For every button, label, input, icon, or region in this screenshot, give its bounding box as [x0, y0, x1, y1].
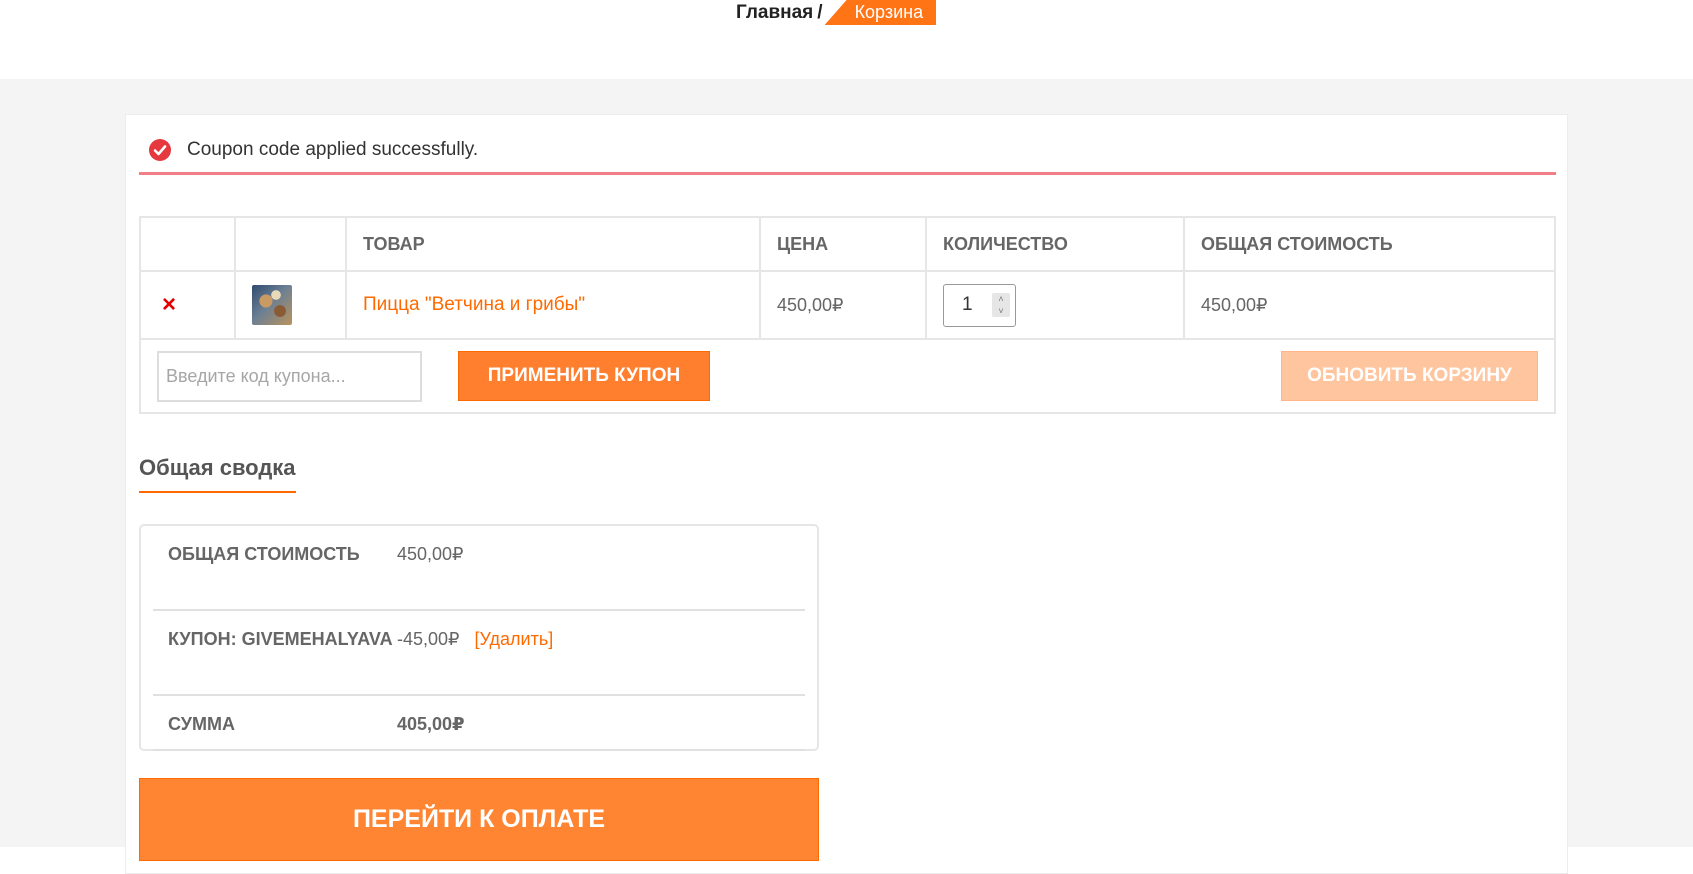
header-quantity: Количество: [925, 216, 1185, 272]
coupon-group: Применить купон: [157, 350, 710, 402]
total-label: Сумма: [168, 714, 235, 734]
product-cell: Пицца "Ветчина и грибы": [345, 270, 761, 340]
cart-container: Coupon code applied successfully. Товар …: [125, 114, 1568, 874]
update-cart-button[interactable]: Обновить корзину: [1281, 351, 1538, 401]
coupon-discount-value: -45,00₽: [397, 629, 460, 649]
notice-message: Coupon code applied successfully.: [187, 139, 479, 160]
summary-title: Общая сводка: [139, 455, 296, 493]
product-thumbnail[interactable]: [252, 285, 292, 325]
spinner-arrows-icon[interactable]: ˄ ˅: [992, 292, 1010, 317]
coupon-value-group: -45,00₽ [Удалить]: [397, 624, 553, 685]
cart-totals: Общая стоимость 450,00₽ Купон: givemehal…: [139, 524, 819, 751]
subtotal-cell: 450,00₽: [1183, 270, 1556, 340]
breadcrumb-current: Корзина: [824, 0, 937, 25]
breadcrumb-separator: /: [817, 1, 823, 23]
success-notice: Coupon code applied successfully.: [139, 128, 1556, 175]
subtotal-value: 450,00₽: [397, 544, 464, 564]
breadcrumb-home-link[interactable]: Главная: [736, 2, 817, 24]
totals-total-row: Сумма 405,00₽: [153, 696, 805, 751]
coupon-input[interactable]: [157, 350, 422, 402]
totals-coupon-row: Купон: givemehalyava -45,00₽ [Удалить]: [153, 611, 805, 696]
remove-coupon-link[interactable]: [Удалить]: [475, 629, 554, 649]
remove-cell: ×: [139, 270, 236, 340]
remove-item-icon[interactable]: ×: [162, 291, 176, 318]
actions-wrap: Применить купон Обновить корзину: [157, 350, 1538, 402]
actions-cell: Применить купон Обновить корзину: [139, 338, 1556, 414]
cart-actions-row: Применить купон Обновить корзину: [139, 338, 1556, 414]
header-subtotal: Общая стоимость: [1183, 216, 1556, 272]
total-value: 405,00₽: [397, 714, 465, 734]
cart-table: Товар Цена Количество Общая стоимость × …: [139, 216, 1556, 414]
coupon-label: Купон: givemehalyava: [168, 629, 393, 649]
product-link[interactable]: Пицца "Ветчина и грибы": [363, 294, 585, 315]
quantity-cell: 1 ˄ ˅: [925, 270, 1185, 340]
check-circle-icon: [149, 139, 171, 161]
quantity-value: 1: [962, 294, 973, 315]
header-price: Цена: [759, 216, 927, 272]
thumbnail-cell: [234, 270, 347, 340]
header-area: Главная / Корзина: [0, 0, 1693, 79]
table-row: × Пицца "Ветчина и грибы" 450,00₽ 1 ˄ ˅ 4…: [139, 270, 1556, 340]
header-remove: [139, 216, 236, 272]
price-cell: 450,00₽: [759, 270, 927, 340]
table-header-row: Товар Цена Количество Общая стоимость: [139, 216, 1556, 272]
breadcrumb: Главная / Корзина: [736, 0, 937, 25]
totals-subtotal-row: Общая стоимость 450,00₽: [153, 526, 805, 611]
header-product: Товар: [345, 216, 761, 272]
subtotal-label: Общая стоимость: [168, 544, 360, 564]
checkout-button[interactable]: Перейти к оплате: [139, 778, 819, 861]
quantity-stepper[interactable]: 1 ˄ ˅: [943, 283, 1016, 327]
header-thumbnail: [234, 216, 347, 272]
apply-coupon-button[interactable]: Применить купон: [458, 351, 710, 401]
